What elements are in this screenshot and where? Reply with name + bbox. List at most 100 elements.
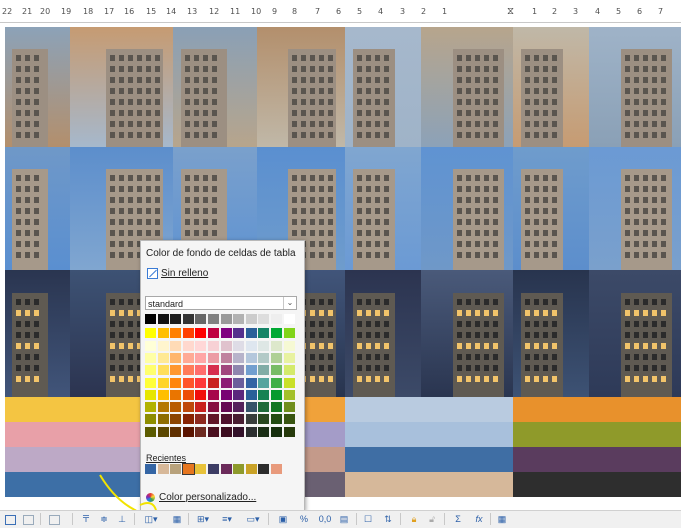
color-cell[interactable]: [589, 397, 681, 422]
color-swatch[interactable]: [157, 426, 169, 437]
color-swatch[interactable]: [258, 402, 270, 413]
color-swatch[interactable]: [233, 352, 245, 363]
color-swatch[interactable]: [145, 365, 156, 376]
color-swatch[interactable]: [271, 340, 282, 351]
insert-caption-icon[interactable]: ☐: [362, 513, 374, 525]
color-swatch[interactable]: [258, 340, 270, 351]
color-swatch[interactable]: [145, 314, 156, 324]
color-swatch[interactable]: [208, 414, 219, 425]
recent-color-swatch[interactable]: [208, 464, 219, 474]
recent-color-swatch[interactable]: [220, 464, 232, 474]
color-swatch[interactable]: [245, 314, 257, 324]
color-swatch[interactable]: [283, 414, 295, 425]
color-swatch[interactable]: [157, 365, 169, 376]
color-swatch[interactable]: [258, 328, 270, 339]
color-swatch[interactable]: [220, 426, 232, 437]
recent-color-swatch[interactable]: [258, 464, 270, 474]
color-cell[interactable]: [421, 472, 513, 497]
recent-color-swatch[interactable]: [233, 464, 245, 474]
color-swatch[interactable]: [220, 365, 232, 376]
color-cell[interactable]: [345, 472, 421, 497]
color-cell[interactable]: [345, 422, 421, 447]
color-swatch[interactable]: [245, 328, 257, 339]
color-swatch[interactable]: [195, 389, 207, 400]
table-area[interactable]: [5, 27, 681, 497]
sort-icon[interactable]: ⇅: [382, 513, 394, 525]
color-cell[interactable]: [5, 397, 70, 422]
color-cell[interactable]: [345, 397, 421, 422]
color-swatch[interactable]: [220, 377, 232, 388]
table-properties-icon[interactable]: ▤: [338, 513, 350, 525]
cell-background-color-icon[interactable]: ◫▾: [142, 513, 160, 525]
color-swatch[interactable]: [283, 340, 295, 351]
color-swatch[interactable]: [220, 340, 232, 351]
color-swatch[interactable]: [271, 314, 282, 324]
protect-cells-icon[interactable]: 🔒︎: [408, 513, 420, 525]
color-swatch[interactable]: [157, 414, 169, 425]
color-swatch[interactable]: [170, 402, 182, 413]
color-swatch[interactable]: [182, 377, 194, 388]
color-swatch[interactable]: [271, 365, 282, 376]
decimal-button[interactable]: 0,0: [316, 513, 334, 525]
color-swatch[interactable]: [208, 352, 219, 363]
color-swatch[interactable]: [170, 377, 182, 388]
color-swatch[interactable]: [258, 352, 270, 363]
color-swatch[interactable]: [258, 377, 270, 388]
color-swatch[interactable]: [157, 314, 169, 324]
color-swatch[interactable]: [145, 328, 156, 339]
color-swatch[interactable]: [271, 389, 282, 400]
color-cell[interactable]: [513, 472, 589, 497]
color-swatch[interactable]: [195, 402, 207, 413]
color-swatch[interactable]: [283, 328, 295, 339]
align-top-icon[interactable]: 〒: [80, 513, 92, 525]
color-swatch[interactable]: [182, 340, 194, 351]
merge-cells-icon[interactable]: [22, 513, 34, 525]
color-swatch[interactable]: [283, 352, 295, 363]
color-swatch[interactable]: [195, 377, 207, 388]
autoformat-icon[interactable]: ▦: [170, 513, 184, 525]
color-cell[interactable]: [421, 422, 513, 447]
color-swatch[interactable]: [245, 402, 257, 413]
recent-color-swatch[interactable]: [157, 464, 169, 474]
color-cell[interactable]: [513, 422, 589, 447]
recent-color-swatch[interactable]: [170, 464, 182, 474]
color-swatch[interactable]: [233, 402, 245, 413]
color-swatch[interactable]: [157, 377, 169, 388]
color-swatch[interactable]: [283, 389, 295, 400]
color-swatch[interactable]: [170, 365, 182, 376]
color-cell[interactable]: [345, 447, 421, 472]
color-swatch[interactable]: [145, 389, 156, 400]
color-swatch[interactable]: [258, 365, 270, 376]
color-swatch[interactable]: [220, 402, 232, 413]
color-cell[interactable]: [5, 447, 70, 472]
color-swatch[interactable]: [258, 426, 270, 437]
color-swatch[interactable]: [157, 328, 169, 339]
color-swatch[interactable]: [220, 328, 232, 339]
color-swatch[interactable]: [145, 402, 156, 413]
color-swatch[interactable]: [182, 426, 194, 437]
color-swatch[interactable]: [182, 328, 194, 339]
color-swatch[interactable]: [182, 365, 194, 376]
color-swatch[interactable]: [170, 340, 182, 351]
color-swatch[interactable]: [283, 426, 295, 437]
color-swatch[interactable]: [157, 340, 169, 351]
color-swatch[interactable]: [195, 340, 207, 351]
color-swatch[interactable]: [233, 314, 245, 324]
color-cell[interactable]: [513, 447, 589, 472]
color-swatch[interactable]: [182, 402, 194, 413]
no-fill-option[interactable]: Sin relleno: [147, 268, 208, 279]
color-cell[interactable]: [421, 447, 513, 472]
color-swatch[interactable]: [208, 389, 219, 400]
table-icon[interactable]: [4, 513, 16, 525]
palette-select[interactable]: standard ⌄: [145, 296, 297, 310]
color-swatch[interactable]: [182, 389, 194, 400]
color-swatch[interactable]: [208, 340, 219, 351]
color-cell[interactable]: [5, 422, 70, 447]
color-swatch[interactable]: [283, 402, 295, 413]
color-swatch[interactable]: [208, 314, 219, 324]
border-style-icon[interactable]: ≡▾: [218, 513, 236, 525]
color-swatch[interactable]: [145, 352, 156, 363]
color-swatch[interactable]: [157, 402, 169, 413]
color-cell[interactable]: [513, 397, 589, 422]
recent-color-swatch[interactable]: [195, 464, 207, 474]
